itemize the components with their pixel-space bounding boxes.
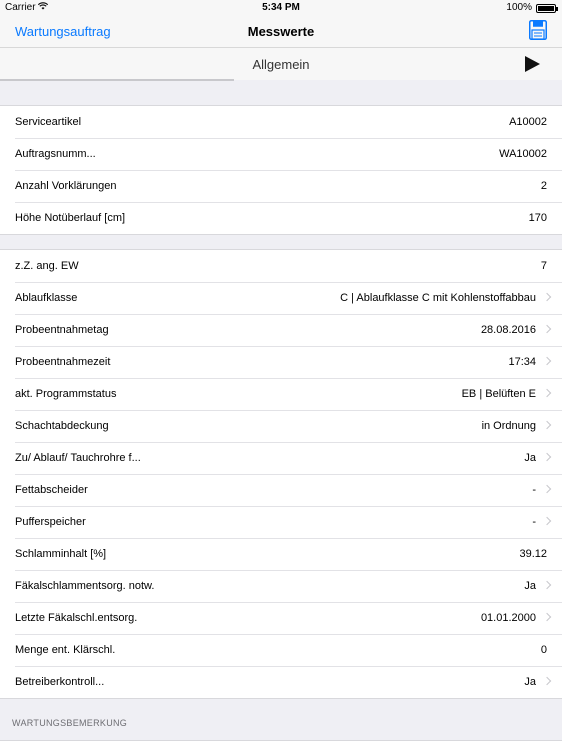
measurement-group: z.Z. ang. EW 7 Ablaufklasse C | Ablaufklass… xyxy=(0,249,562,699)
list-item-value: in Ordnung xyxy=(481,420,536,432)
play-icon[interactable] xyxy=(525,56,540,72)
list-item: Höhe Notüberlauf [cm] 170 xyxy=(0,202,562,234)
list-item[interactable]: Fettabscheider - xyxy=(0,474,562,506)
general-info-group: Serviceartikel A10002 Auftragsnumm... WA100… xyxy=(0,105,562,235)
list-item: z.Z. ang. EW 7 xyxy=(0,250,562,282)
list-item-label: Ablaufklasse xyxy=(15,292,78,304)
list-item[interactable]: Ablaufklasse C | Ablaufklasse C mit Kohle… xyxy=(0,282,562,314)
list-item-label: Höhe Notüberlauf [cm] xyxy=(15,212,126,224)
clock: 5:34 PM xyxy=(262,2,300,13)
navigation-bar: Wartungsauftrag Messwerte xyxy=(0,16,562,47)
list-item: Menge ent. Klärschl. 0 xyxy=(0,634,562,666)
list-item-value: 39.12 xyxy=(519,548,547,560)
list-item-value: Ja xyxy=(524,676,536,688)
list-item-value: EB | Belüften E xyxy=(461,388,536,400)
list-item: Schlamminhalt [%] 39.12 xyxy=(0,538,562,570)
list-item-label: z.Z. ang. EW xyxy=(15,260,79,272)
list-item-label: Serviceartikel xyxy=(15,116,82,128)
list-item[interactable]: Fäkalschlammentsorg. notw. Ja xyxy=(0,570,562,602)
chevron-right-icon xyxy=(542,356,552,366)
list-item-label: Probeentnahmetag xyxy=(15,324,109,336)
page-title: Messwerte xyxy=(247,24,315,39)
section-selector: Allgemein xyxy=(0,47,562,81)
status-bar: Carrier 5:34 PM 100% xyxy=(0,0,562,16)
chevron-right-icon xyxy=(542,420,552,430)
segment-label[interactable]: Allgemein xyxy=(0,57,562,72)
list-item[interactable]: Schachtabdeckung in Ordnung xyxy=(0,410,562,442)
list-item-label: Letzte Fäkalschl.entsorg. xyxy=(15,612,138,624)
list-item-value: 7 xyxy=(540,260,547,272)
chevron-right-icon xyxy=(542,484,552,494)
section-header-wartungsbemerkung: WARTUNGSBEMERKUNG xyxy=(12,718,128,728)
chevron-right-icon xyxy=(542,452,552,462)
list-item[interactable]: Betreiberkontroll... Ja xyxy=(0,666,562,698)
chevron-right-icon xyxy=(542,580,552,590)
list-item-value: - xyxy=(532,484,536,496)
list-item-value: 170 xyxy=(528,212,547,224)
list-item-label: akt. Programmstatus xyxy=(15,388,117,400)
list-item-value: 17:34 xyxy=(508,356,536,368)
chevron-right-icon xyxy=(542,676,552,686)
list-item-value: 28.08.2016 xyxy=(480,324,536,336)
list-item-value: Ja xyxy=(524,452,536,464)
list-item-label: Probeentnahmezeit xyxy=(15,356,111,368)
list-item[interactable]: Probeentnahmetag 28.08.2016 xyxy=(0,314,562,346)
list-item[interactable]: Zu/ Ablauf/ Tauchrohre f... Ja xyxy=(0,442,562,474)
list-item-label: Betreiberkontroll... xyxy=(15,676,105,688)
list-item-label: Fettabscheider xyxy=(15,484,88,496)
list-item: Serviceartikel A10002 xyxy=(0,106,562,138)
chevron-right-icon xyxy=(542,612,552,622)
list-item[interactable]: Probeentnahmezeit 17:34 xyxy=(0,346,562,378)
list-item[interactable]: Letzte Fäkalschl.entsorg. 01.01.2000 xyxy=(0,602,562,634)
list-item-value: C | Ablaufklasse C mit Kohlenstoffabbau xyxy=(340,292,536,304)
list-item-label: Anzahl Vorklärungen xyxy=(15,180,117,192)
list-item-label: Zu/ Ablauf/ Tauchrohre f... xyxy=(15,452,141,464)
list-item-value: A10002 xyxy=(509,116,547,128)
battery-percentage: 100% xyxy=(506,2,532,13)
chevron-right-icon xyxy=(542,324,552,334)
list-item-value: WA10002 xyxy=(499,148,547,160)
list-item-value: 2 xyxy=(540,180,547,192)
list-item-value: - xyxy=(532,516,536,528)
segment-indicator xyxy=(0,79,234,81)
list-item-label: Pufferspeicher xyxy=(15,516,86,528)
chevron-right-icon xyxy=(542,388,552,398)
list-item-label: Auftragsnumm... xyxy=(15,148,96,160)
list-item-value: Ja xyxy=(524,580,536,592)
list-item-value: 0 xyxy=(540,644,547,656)
battery-icon xyxy=(536,4,558,13)
list-item: Auftragsnumm... WA10002 xyxy=(0,138,562,170)
list-item-label: Menge ent. Klärschl. xyxy=(15,644,116,656)
chevron-right-icon xyxy=(542,292,552,302)
list-item[interactable]: Pufferspeicher - xyxy=(0,506,562,538)
remark-group xyxy=(0,740,562,750)
list-item: Anzahl Vorklärungen 2 xyxy=(0,170,562,202)
save-icon[interactable] xyxy=(529,20,547,40)
list-item-label: Schachtabdeckung xyxy=(15,420,109,432)
list-item-label: Fäkalschlammentsorg. notw. xyxy=(15,580,155,592)
list-item-value: 01.01.2000 xyxy=(480,612,536,624)
list-item-label: Schlamminhalt [%] xyxy=(15,548,107,560)
list-item[interactable]: akt. Programmstatus EB | Belüften E xyxy=(0,378,562,410)
chevron-right-icon xyxy=(542,516,552,526)
